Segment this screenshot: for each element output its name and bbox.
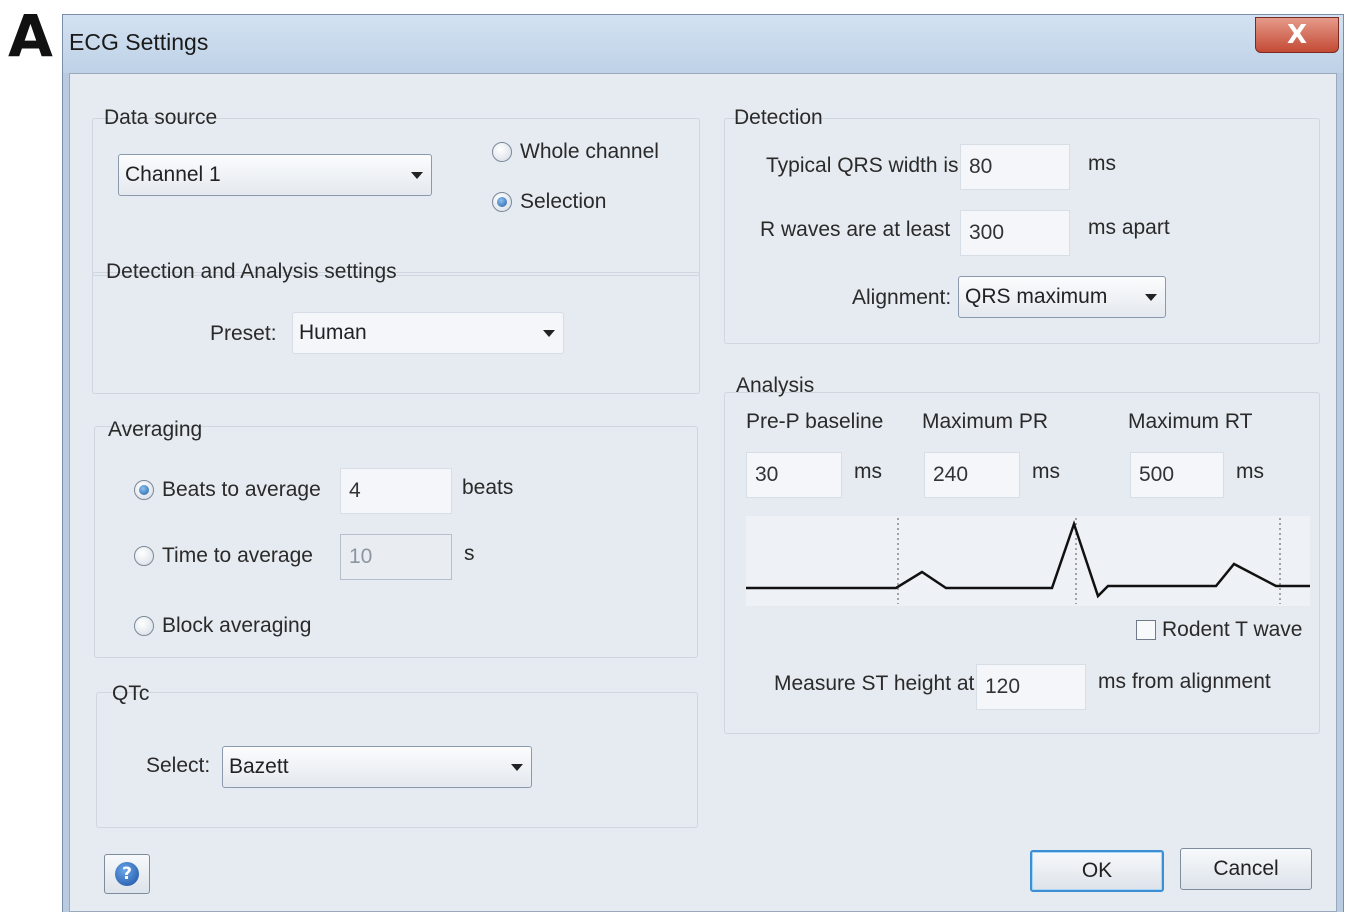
close-button[interactable]: X — [1255, 17, 1339, 53]
preset-value: Human — [299, 321, 367, 344]
qtc-select[interactable]: Bazett — [222, 746, 532, 788]
beats-input[interactable]: 4 — [340, 468, 452, 514]
figure-letter: A — [8, 2, 53, 70]
help-button[interactable]: ? — [104, 854, 150, 894]
time-unit: s — [464, 542, 475, 565]
st-height-input[interactable]: 120 — [976, 664, 1086, 710]
analysis-label: Analysis — [736, 374, 815, 397]
whole-channel-radio[interactable] — [492, 142, 512, 162]
rodent-t-wave-label[interactable]: Rodent T wave — [1162, 618, 1302, 642]
selection-label[interactable]: Selection — [520, 190, 606, 214]
st-height-label: Measure ST height at — [774, 672, 975, 695]
beats-to-average-label[interactable]: Beats to average — [162, 478, 321, 502]
chevron-down-icon — [511, 764, 523, 771]
max-rt-label: Maximum RT — [1128, 410, 1253, 433]
ecg-waveform-icon — [746, 518, 1310, 604]
rwave-unit: ms apart — [1088, 216, 1170, 239]
time-to-average-radio[interactable] — [134, 546, 154, 566]
max-rt-unit: ms — [1236, 460, 1264, 483]
block-averaging-label[interactable]: Block averaging — [162, 614, 311, 638]
max-pr-label: Maximum PR — [922, 410, 1049, 433]
cancel-button[interactable]: Cancel — [1180, 848, 1312, 890]
max-pr-input[interactable]: 240 — [924, 452, 1020, 498]
beats-unit: beats — [462, 476, 514, 499]
beats-to-average-radio[interactable] — [134, 480, 154, 500]
qtc-label: QTc — [112, 682, 150, 705]
time-input[interactable]: 10 — [340, 534, 452, 580]
detection-analysis-label: Detection and Analysis settings — [106, 260, 397, 283]
averaging-label: Averaging — [108, 418, 203, 441]
prep-baseline-unit: ms — [854, 460, 882, 483]
detection-label: Detection — [734, 106, 823, 129]
time-to-average-label[interactable]: Time to average — [162, 544, 313, 568]
channel-value: Channel 1 — [125, 163, 221, 186]
prep-baseline-input[interactable]: 30 — [746, 452, 842, 498]
ecg-waveform-preview — [746, 516, 1310, 606]
chevron-down-icon — [411, 172, 423, 179]
preset-select[interactable]: Human — [292, 312, 564, 354]
qtc-select-label: Select: — [146, 754, 211, 777]
chevron-down-icon — [543, 330, 555, 337]
block-averaging-radio[interactable] — [134, 616, 154, 636]
alignment-select[interactable]: QRS maximum — [958, 276, 1166, 318]
qrs-width-label: Typical QRS width is — [766, 154, 959, 177]
alignment-label: Alignment: — [852, 286, 952, 309]
alignment-value: QRS maximum — [965, 285, 1108, 308]
chevron-down-icon — [1145, 294, 1157, 301]
title-bar: ECG Settings X — [63, 15, 1343, 73]
max-pr-unit: ms — [1032, 460, 1060, 483]
ok-button[interactable]: OK — [1030, 850, 1164, 892]
data-source-label: Data source — [104, 106, 218, 129]
qtc-select-value: Bazett — [229, 755, 289, 778]
rwave-label: R waves are at least — [760, 218, 951, 241]
st-height-unit: ms from alignment — [1098, 670, 1271, 693]
prep-baseline-label: Pre-P baseline — [746, 410, 884, 433]
qrs-width-input[interactable]: 80 — [960, 144, 1070, 190]
whole-channel-label[interactable]: Whole channel — [520, 140, 659, 164]
channel-select[interactable]: Channel 1 — [118, 154, 432, 196]
preset-label: Preset: — [210, 322, 277, 345]
selection-radio[interactable] — [492, 192, 512, 212]
rodent-t-wave-checkbox[interactable] — [1136, 620, 1156, 640]
qrs-width-unit: ms — [1088, 152, 1116, 175]
max-rt-input[interactable]: 500 — [1130, 452, 1224, 498]
rwave-input[interactable]: 300 — [960, 210, 1070, 256]
close-icon: X — [1286, 20, 1308, 50]
dialog-body: Data source Channel 1 Whole channel Sele… — [69, 73, 1337, 912]
window-title: ECG Settings — [69, 29, 209, 55]
ecg-settings-window: ECG Settings X Data source Channel 1 Who… — [62, 14, 1344, 912]
help-icon: ? — [115, 862, 139, 886]
